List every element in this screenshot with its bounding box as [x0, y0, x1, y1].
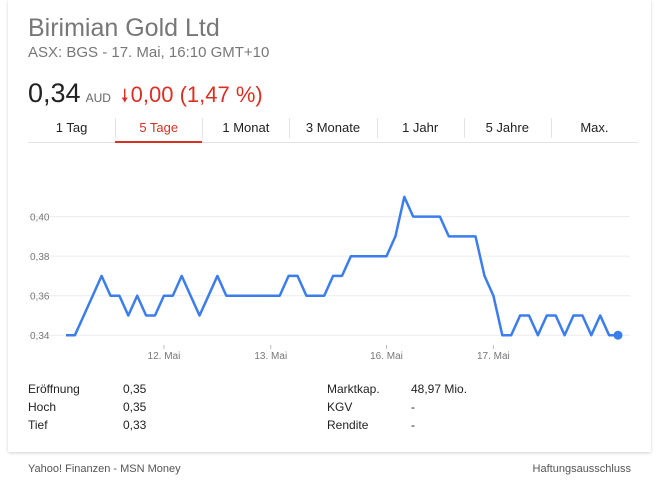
- y-tick-label: 0,34: [30, 331, 50, 342]
- x-tick-label: 13. Mai: [254, 351, 287, 362]
- data-source-link[interactable]: Yahoo! Finanzen - MSN Money: [28, 463, 181, 475]
- tab-5-days[interactable]: 5 Tage: [115, 118, 203, 143]
- stock-card: Birimian Gold Ltd ASX: BGS - 17. Mai, 16…: [8, 0, 651, 452]
- stats-right: Marktkap. 48,97 Mio. KGV - Rendite -: [327, 380, 467, 434]
- y-tick-label: 0,38: [30, 252, 50, 263]
- tab-3-months[interactable]: 3 Monate: [289, 118, 376, 142]
- stat-label: Eröffnung: [28, 382, 80, 396]
- exchange-ticker-time: ASX: BGS - 17. Mai, 16:10 GMT+10: [28, 44, 270, 61]
- y-axis-labels: 0,34 0,36 0,38 0,40: [30, 213, 50, 343]
- stat-high: Hoch 0,35: [28, 398, 146, 416]
- range-tabs: 1 Tag 5 Tage 1 Monat 3 Monate 1 Jahr 5 J…: [28, 118, 638, 143]
- disclaimer-link[interactable]: Haftungsausschluss: [533, 463, 631, 475]
- stat-label: Hoch: [28, 400, 57, 414]
- x-axis-labels: 12. Mai 13. Mai 16. Mai 17. Mai: [148, 345, 510, 362]
- stat-value: -: [411, 418, 415, 432]
- y-tick-label: 0,40: [30, 213, 50, 224]
- stat-value: 0,35: [123, 400, 147, 414]
- stat-pe-ratio: KGV -: [327, 398, 467, 416]
- price-change-value: 0,00 (1,47 %): [130, 82, 263, 107]
- stats-left: Eröffnung 0,35 Hoch 0,35 Tief 0,33: [28, 380, 146, 434]
- y-tick-label: 0,36: [30, 292, 50, 303]
- stat-market-cap: Marktkap. 48,97 Mio.: [327, 380, 467, 398]
- stat-open: Eröffnung 0,35: [28, 380, 146, 398]
- stat-label: Tief: [28, 418, 48, 432]
- stat-yield: Rendite -: [327, 416, 467, 434]
- stat-value: 48,97 Mio.: [411, 382, 468, 396]
- stat-value: -: [411, 400, 415, 414]
- stat-label: KGV: [327, 400, 353, 414]
- stat-value: 0,35: [123, 382, 147, 396]
- price-chart[interactable]: 0,34 0,36 0,38 0,40 12. Mai 13. Mai 16. Mai 17…: [8, 142, 651, 372]
- current-price: 0,34: [28, 78, 81, 108]
- price-row: 0,34 AUD 🠗 0,00 (1,47 %): [28, 78, 263, 114]
- tab-1-year[interactable]: 1 Jahr: [376, 118, 464, 142]
- tab-1-month[interactable]: 1 Monat: [202, 118, 289, 142]
- stat-low: Tief 0,33: [28, 416, 146, 434]
- tab-1-day[interactable]: 1 Tag: [28, 118, 115, 142]
- stat-label: Rendite: [327, 418, 369, 432]
- chart-grid: [28, 216, 630, 336]
- price-line: [66, 195, 618, 337]
- x-tick-label: 12. Mai: [148, 351, 181, 362]
- tab-5-years[interactable]: 5 Jahre: [463, 118, 551, 142]
- stat-label: Marktkap.: [327, 382, 380, 396]
- price-change: 🠗 0,00 (1,47 %): [121, 82, 263, 114]
- x-tick-label: 16. Mai: [370, 351, 403, 362]
- x-tick-label: 17. Mai: [477, 351, 510, 362]
- company-name: Birimian Gold Ltd: [28, 14, 220, 42]
- arrow-down-icon: 🠗: [120, 86, 129, 106]
- tab-max[interactable]: Max.: [550, 118, 638, 142]
- stat-value: 0,33: [123, 418, 147, 432]
- currency-label: AUD: [85, 91, 111, 105]
- last-price-point: [613, 330, 623, 340]
